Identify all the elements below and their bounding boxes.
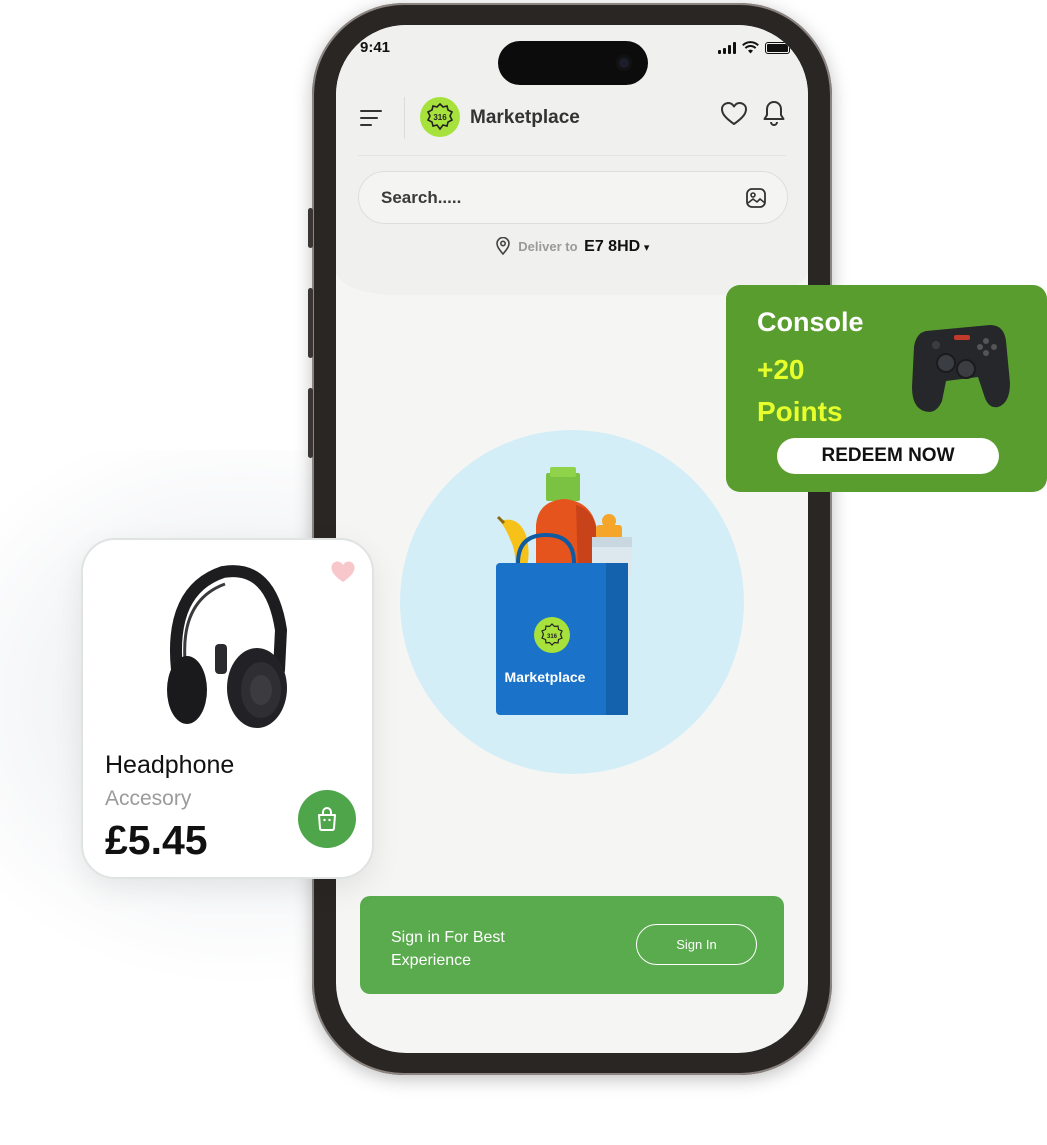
battery-icon <box>765 42 790 54</box>
status-icons <box>718 41 790 54</box>
header-divider <box>404 97 405 139</box>
headphone-image <box>167 565 288 728</box>
phone-volume-up-button <box>308 288 313 358</box>
promo-points-label: Points <box>757 396 843 427</box>
promo-points: +20 Points <box>757 349 843 433</box>
logo-number: 316 <box>433 113 447 122</box>
phone-screen: 9:41 316 Marketplace Search..... Deliver… <box>336 25 808 1053</box>
shopping-bag-illustration: 316 <box>496 467 632 715</box>
signal-icon <box>718 42 736 54</box>
console-promo-card: Console +20 Points REDEEM NOW <box>726 285 1047 492</box>
gamepad-icon <box>912 325 1010 412</box>
delivery-location[interactable]: Deliver to E7 8HD ▾ <box>336 237 808 256</box>
product-category: Accesory <box>105 787 192 810</box>
deliver-to-label: Deliver to <box>518 239 578 254</box>
phone-action-button <box>308 208 313 248</box>
phone-volume-down-button <box>308 388 313 458</box>
shopping-bag-icon <box>318 807 336 831</box>
phone-frame: 9:41 316 Marketplace Search..... Deliver… <box>308 3 836 1075</box>
product-price: £5.45 <box>105 817 208 863</box>
brand-name: Marketplace <box>470 107 580 128</box>
promo-points-value: +20 <box>757 354 805 385</box>
search-bar <box>358 171 788 224</box>
dynamic-island <box>498 41 648 85</box>
dropdown-arrow-icon: ▾ <box>643 242 650 254</box>
favorite-icon[interactable] <box>330 560 356 584</box>
redeem-now-button[interactable]: REDEEM NOW <box>777 438 999 474</box>
product-name: Headphone <box>105 751 235 779</box>
promo-title: Console <box>757 307 864 337</box>
search-input[interactable] <box>381 184 721 212</box>
heart-icon[interactable] <box>720 101 748 127</box>
bag-logo-number: 316 <box>547 634 558 640</box>
location-pin-icon <box>495 237 510 255</box>
app-header: 316 Marketplace <box>360 95 786 155</box>
header-separator <box>358 155 786 156</box>
menu-icon[interactable] <box>360 109 384 129</box>
signin-message: Sign in For Best Experience <box>391 929 505 969</box>
status-time: 9:41 <box>360 39 391 56</box>
signin-banner: Sign in For Best Experience Sign In <box>360 896 784 994</box>
add-to-cart-button[interactable] <box>298 790 356 848</box>
postcode: E7 8HD <box>584 238 641 255</box>
signin-button[interactable]: Sign In <box>636 924 757 965</box>
product-card[interactable]: Headphone Accesory £5.45 <box>81 538 374 879</box>
camera-icon <box>616 55 632 71</box>
wifi-icon <box>742 41 759 54</box>
bag-label: Marketplace <box>504 669 586 685</box>
bell-icon[interactable] <box>762 99 786 127</box>
image-search-icon[interactable] <box>745 187 767 209</box>
logo-badge[interactable]: 316 <box>420 97 460 137</box>
